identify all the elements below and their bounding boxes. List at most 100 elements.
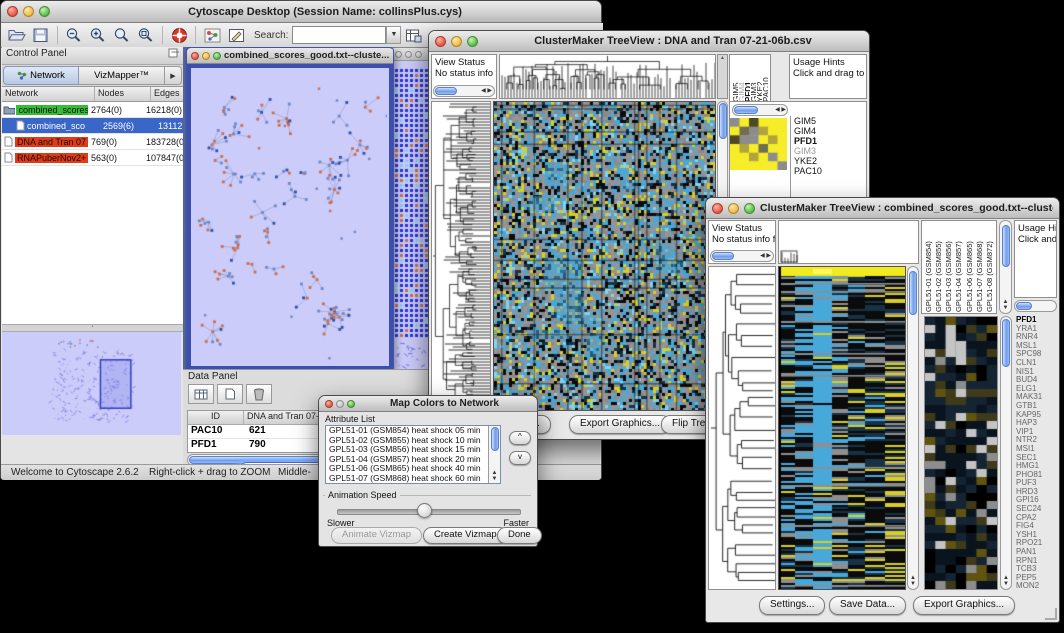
network-row-combined-sco-selected[interactable]: combined_sco 2569(6) 13112(15) bbox=[2, 118, 183, 134]
scroll-arrows[interactable]: ▲▼ bbox=[908, 575, 918, 587]
column-label[interactable]: GPL51-08 (GSM872) bbox=[985, 222, 994, 312]
gene-label[interactable]: YKE2 bbox=[791, 156, 867, 166]
gene-label[interactable]: SPC98 bbox=[1014, 350, 1057, 359]
column-header-nodes[interactable]: Nodes bbox=[95, 87, 151, 101]
network-view-canvas[interactable] bbox=[191, 68, 387, 366]
gene-label[interactable]: PFD1 bbox=[791, 136, 867, 146]
close-button[interactable] bbox=[435, 36, 446, 47]
zoom-hscrollbar[interactable]: ◀ ▶ bbox=[732, 104, 788, 116]
gene-label[interactable]: VIP1 bbox=[1014, 428, 1057, 437]
zoom-button[interactable] bbox=[213, 52, 221, 60]
network-overview-panel[interactable] bbox=[2, 332, 181, 435]
scroll-arrows[interactable]: ◀ ▶ bbox=[481, 88, 492, 94]
row-dendrogram-dna[interactable] bbox=[431, 101, 491, 411]
attribute-item[interactable]: GPL51-01 (GSM854) heat shock 05 min bbox=[326, 426, 488, 436]
gene-label[interactable]: NIS1 bbox=[1014, 368, 1057, 377]
float-panel-icon[interactable] bbox=[168, 48, 179, 63]
zoom-button[interactable] bbox=[39, 6, 50, 17]
main-titlebar[interactable]: Cytoscape Desktop (Session Name: collins… bbox=[1, 1, 601, 23]
gene-label[interactable]: YRA1 bbox=[1014, 325, 1057, 334]
minimize-button[interactable] bbox=[202, 52, 210, 60]
scroll-arrows[interactable]: ◀ ▶ bbox=[760, 253, 771, 259]
attribute-item[interactable]: GPL51-07 (GSM868) heat shock 60 min bbox=[326, 474, 488, 484]
gene-label[interactable]: NTR2 bbox=[1014, 436, 1057, 445]
gene-label[interactable]: GTB1 bbox=[1014, 402, 1057, 411]
gene-label[interactable]: PAC10 bbox=[791, 166, 867, 176]
gene-label[interactable]: SEC24 bbox=[1014, 505, 1057, 514]
close-button[interactable] bbox=[395, 51, 402, 58]
scroll-arrows[interactable]: ▲▼ bbox=[489, 470, 500, 482]
zoom-button[interactable] bbox=[415, 51, 422, 58]
gene-label[interactable]: RPO21 bbox=[1014, 539, 1057, 548]
close-button[interactable] bbox=[7, 6, 18, 17]
mini-heatmap-dna[interactable] bbox=[730, 118, 787, 170]
new-attribute-icon[interactable] bbox=[217, 384, 243, 404]
close-button[interactable] bbox=[325, 400, 333, 408]
more-tabs-button[interactable]: ▶ bbox=[165, 66, 182, 85]
column-header-network[interactable]: Network bbox=[2, 87, 95, 101]
gene-label[interactable]: ELG1 bbox=[1014, 385, 1057, 394]
column-label[interactable]: GPL51-01 (GSM854) bbox=[924, 222, 933, 312]
attribute-item[interactable]: GPL51-02 (GSM855) heat shock 10 min bbox=[326, 436, 488, 446]
animate-vizmap-button[interactable]: Animate Vizmap bbox=[331, 527, 422, 544]
tab-vizmapper[interactable]: VizMapper™ bbox=[79, 66, 165, 85]
view-status-hscrollbar[interactable]: ◀ ▶ bbox=[710, 250, 774, 262]
gene-label[interactable]: GIM3 bbox=[791, 146, 867, 156]
network-row-combined-scores[interactable]: combined_scores 2764(0) 16218(0) bbox=[2, 102, 183, 118]
vizmapper-icon[interactable] bbox=[200, 25, 224, 45]
minimize-button[interactable] bbox=[728, 203, 739, 214]
column-dendrogram-dna[interactable] bbox=[499, 54, 716, 99]
gene-list-combined[interactable]: PFD1YRA1RNR4MSL1SPC98CLN1NIS1BUD4ELG1MAK… bbox=[1014, 316, 1057, 590]
gene-label[interactable]: RNR4 bbox=[1014, 333, 1057, 342]
gene-label[interactable]: PAN1 bbox=[1014, 548, 1057, 557]
minimize-button[interactable] bbox=[451, 36, 462, 47]
gene-label[interactable]: PHO81 bbox=[1014, 471, 1057, 480]
column-label[interactable]: PAC10 bbox=[762, 56, 768, 102]
dendrogram-vscroll-strip[interactable]: ▲ bbox=[717, 54, 728, 99]
resize-grip[interactable] bbox=[1045, 608, 1057, 620]
heatmap-combined[interactable] bbox=[778, 266, 906, 590]
attribute-item[interactable]: GPL51-06 (GSM865) heat shock 40 min bbox=[326, 464, 488, 474]
gene-label[interactable]: CPA2 bbox=[1014, 514, 1057, 523]
move-up-button[interactable]: ^ bbox=[509, 431, 531, 445]
gene-label[interactable]: TCB3 bbox=[1014, 565, 1057, 574]
gene-label[interactable]: GIM4 bbox=[791, 126, 867, 136]
done-button[interactable]: Done bbox=[497, 527, 542, 544]
zoom-selected-icon[interactable] bbox=[134, 25, 158, 45]
attribute-item[interactable]: GPL51-03 (GSM856) heat shock 15 min bbox=[326, 445, 488, 455]
treeview-dna-titlebar[interactable]: ClusterMaker TreeView : DNA and Tran 07-… bbox=[429, 31, 869, 52]
export-graphics-button[interactable]: Export Graphics... bbox=[569, 415, 671, 434]
create-vizmap-button[interactable]: Create Vizmap bbox=[423, 527, 508, 544]
zoom-heatmap-combined[interactable] bbox=[924, 316, 998, 590]
minimize-button[interactable] bbox=[336, 400, 344, 408]
column-labels-vscrollbar[interactable]: ▲▼ bbox=[999, 220, 1012, 314]
gene-label[interactable]: HMG1 bbox=[1014, 462, 1057, 471]
gene-label[interactable]: CLN1 bbox=[1014, 359, 1057, 368]
gene-label[interactable]: PFD1 bbox=[1014, 316, 1057, 325]
scroll-arrows[interactable]: ▲▼ bbox=[1001, 575, 1011, 587]
gene-label[interactable]: MON2 bbox=[1014, 582, 1057, 590]
column-label[interactable]: GPL51-07 (GSM868) bbox=[975, 222, 984, 312]
usage-hints-hscrollbar[interactable] bbox=[1014, 300, 1057, 312]
search-input[interactable] bbox=[292, 26, 386, 44]
gene-label[interactable]: MSI1 bbox=[1014, 445, 1057, 454]
network-view-titlebar[interactable]: combined_scores_good.txt--cluste... bbox=[187, 48, 393, 64]
treeview-combined-titlebar[interactable]: ClusterMaker TreeView : combined_scores_… bbox=[706, 198, 1059, 219]
column-header-id[interactable]: ID bbox=[188, 411, 244, 424]
zoom-in-icon[interactable] bbox=[86, 25, 110, 45]
open-session-icon[interactable] bbox=[5, 25, 29, 45]
gene-label[interactable]: FIG4 bbox=[1014, 522, 1057, 531]
gene-label[interactable]: YSH1 bbox=[1014, 531, 1057, 540]
column-label[interactable]: GPL51-04 (GSM857) bbox=[954, 222, 963, 312]
help-lifering-icon[interactable] bbox=[167, 25, 191, 45]
zoom-button[interactable] bbox=[467, 36, 478, 47]
gene-label[interactable]: PUF3 bbox=[1014, 479, 1057, 488]
animation-speed-slider-thumb[interactable] bbox=[417, 503, 432, 518]
column-dendrogram-combined[interactable] bbox=[778, 220, 919, 264]
heatmap-combined-vscrollbar[interactable]: ▲▼ bbox=[907, 266, 919, 590]
save-session-icon[interactable] bbox=[29, 25, 53, 45]
zoom-button[interactable] bbox=[744, 203, 755, 214]
tab-network[interactable]: Network bbox=[3, 66, 79, 85]
zoom-button[interactable] bbox=[347, 400, 355, 408]
gene-label[interactable]: SEC1 bbox=[1014, 454, 1057, 463]
